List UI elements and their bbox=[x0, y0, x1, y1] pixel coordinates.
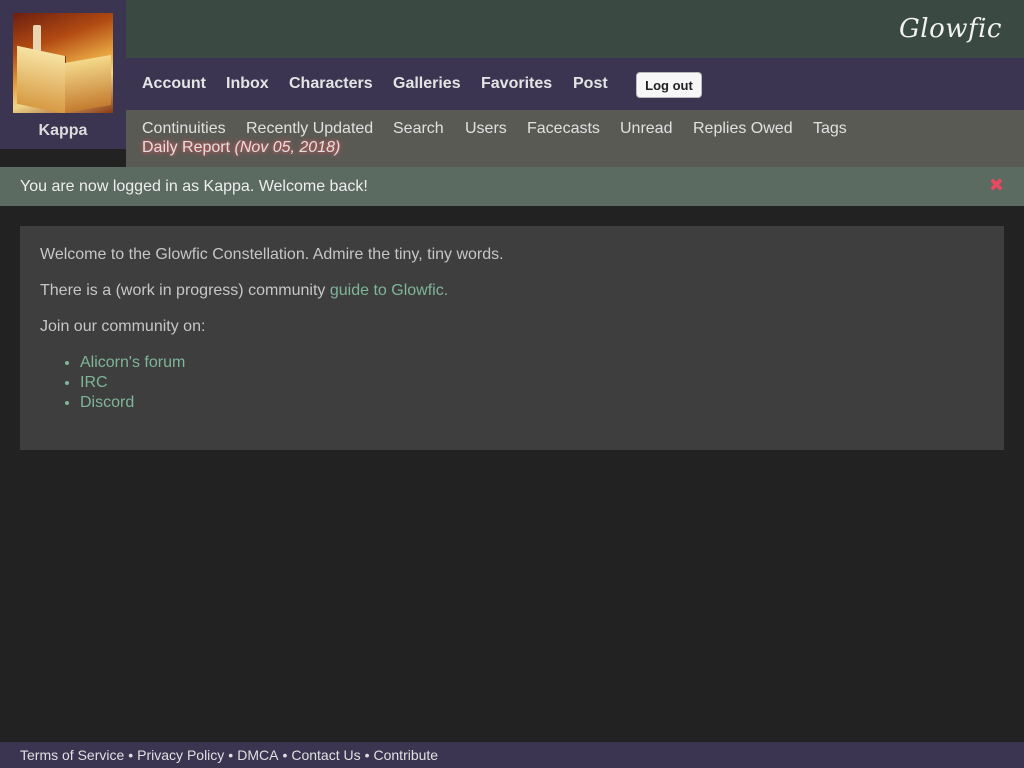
footer-contribute-link[interactable]: Contribute bbox=[374, 747, 439, 763]
nav-galleries[interactable]: Galleries bbox=[393, 75, 461, 93]
welcome-text: Welcome to the Glowfic Constellation. Ad… bbox=[40, 246, 504, 263]
subnav-users[interactable]: Users bbox=[465, 120, 507, 138]
list-item: IRC bbox=[80, 373, 185, 393]
guide-prefix: There is a (work in progress) community bbox=[40, 282, 330, 299]
avatar-book-page-left bbox=[17, 45, 66, 113]
footer-privacy-link[interactable]: Privacy Policy bbox=[137, 747, 224, 763]
footer-separator: • bbox=[128, 747, 134, 763]
footer-contact-link[interactable]: Contact Us bbox=[291, 747, 360, 763]
site-logo[interactable]: Glowfic bbox=[899, 14, 1002, 44]
daily-report-date: (Nov 05, 2018) bbox=[234, 139, 341, 156]
footer-separator: • bbox=[364, 747, 370, 763]
user-panel: Kappa bbox=[0, 0, 126, 149]
subnav-replies-owed[interactable]: Replies Owed bbox=[693, 120, 793, 138]
username[interactable]: Kappa bbox=[0, 122, 126, 140]
guide-text: There is a (work in progress) community … bbox=[40, 282, 448, 300]
content-box: Welcome to the Glowfic Constellation. Ad… bbox=[20, 226, 1004, 450]
subnav-continuities[interactable]: Continuities bbox=[142, 120, 226, 138]
sub-nav: Continuities Recently Updated Search Use… bbox=[126, 110, 1024, 167]
header-bar: Glowfic bbox=[0, 0, 1024, 58]
list-item: Alicorn's forum bbox=[80, 353, 185, 373]
avatar-book-page-right bbox=[65, 54, 111, 113]
nav-inbox[interactable]: Inbox bbox=[226, 75, 269, 93]
community-link-irc[interactable]: IRC bbox=[80, 374, 108, 391]
flash-message: You are now logged in as Kappa. Welcome … bbox=[0, 167, 1024, 206]
nav-post[interactable]: Post bbox=[573, 75, 608, 93]
footer-dmca-link[interactable]: DMCA bbox=[237, 747, 278, 763]
subnav-tags[interactable]: Tags bbox=[813, 120, 847, 138]
flash-text: You are now logged in as Kappa. Welcome … bbox=[20, 178, 368, 195]
user-avatar[interactable] bbox=[13, 13, 113, 113]
footer-separator: • bbox=[282, 747, 288, 763]
footer-terms-link[interactable]: Terms of Service bbox=[20, 747, 124, 763]
nav-account[interactable]: Account bbox=[142, 75, 206, 93]
subnav-recently-updated[interactable]: Recently Updated bbox=[246, 120, 373, 138]
community-link-forum[interactable]: Alicorn's forum bbox=[80, 354, 185, 371]
list-item: Discord bbox=[80, 393, 185, 413]
footer: Terms of Service • Privacy Policy • DMCA • Con… bbox=[0, 742, 1024, 768]
subnav-unread[interactable]: Unread bbox=[620, 120, 672, 138]
footer-links: Terms of Service • Privacy Policy • DMCA • Con… bbox=[20, 747, 438, 763]
logout-button[interactable]: Log out bbox=[636, 72, 702, 98]
community-list: Alicorn's forum IRC Discord bbox=[40, 353, 185, 413]
daily-report-link[interactable]: Daily Report (Nov 05, 2018) bbox=[142, 139, 340, 157]
main-nav: Account Inbox Characters Galleries Favor… bbox=[126, 58, 1024, 110]
join-text: Join our community on: bbox=[40, 318, 206, 335]
subnav-search[interactable]: Search bbox=[393, 120, 444, 138]
close-icon[interactable]: ✖ bbox=[989, 175, 1004, 196]
community-link-discord[interactable]: Discord bbox=[80, 394, 134, 411]
daily-report-label: Daily Report bbox=[142, 139, 231, 156]
guide-link[interactable]: guide to Glowfic. bbox=[330, 282, 448, 299]
footer-separator: • bbox=[228, 747, 234, 763]
nav-characters[interactable]: Characters bbox=[289, 75, 373, 93]
subnav-facecasts[interactable]: Facecasts bbox=[527, 120, 600, 138]
nav-favorites[interactable]: Favorites bbox=[481, 75, 552, 93]
